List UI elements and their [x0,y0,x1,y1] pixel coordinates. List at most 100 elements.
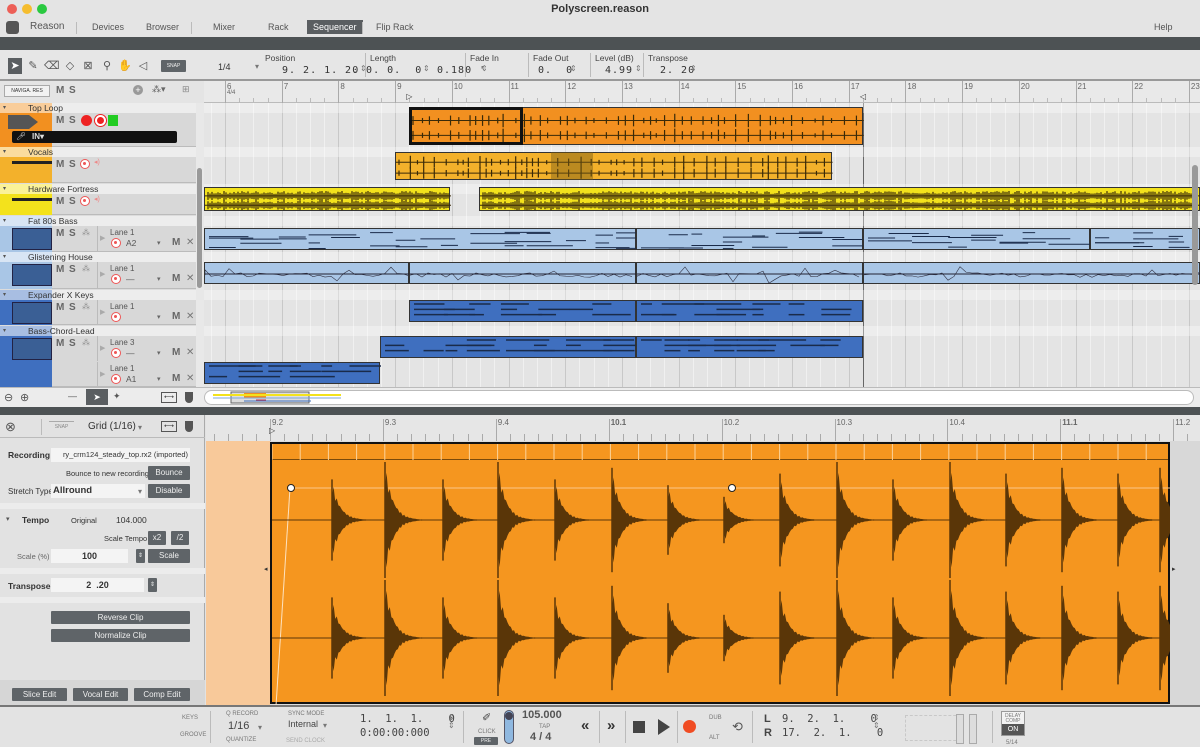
delete-lane-icon[interactable]: ✕ [186,311,194,322]
track-header[interactable]: ▾ Top Loop IN▾ 🎤︎ M S [0,103,196,147]
eraser-tool-icon[interactable]: ⌫ [44,58,60,74]
send-clock-label[interactable]: SEND CLOCK [286,738,325,744]
disable-button[interactable]: Disable [148,484,190,498]
tempo-x2-button[interactable]: x2 [148,531,166,545]
clip[interactable] [636,300,863,322]
select-tool-icon[interactable]: ➤ [8,58,22,74]
tap-button[interactable]: TAP [539,724,550,730]
clip[interactable] [636,336,863,358]
grid-icon[interactable]: ⊞ [182,84,190,95]
clip[interactable] [409,300,637,322]
lane-record-icon[interactable] [111,274,121,284]
clip[interactable] [862,228,1091,250]
overview-thumbnail[interactable] [211,391,351,404]
value-stepper[interactable]: ⇕ [423,64,430,73]
lane-record-icon[interactable] [111,312,121,322]
lane-record-icon[interactable] [111,348,121,358]
comp-edit-tab[interactable]: Comp Edit [134,688,190,701]
track-collapse-icon[interactable]: ▾ [3,253,6,260]
zoom-in-icon[interactable]: ⊕ [20,391,29,404]
transpose-stepper[interactable]: ⇕ [148,578,157,592]
routing-icon[interactable]: ⁂ [82,264,90,273]
clip[interactable] [636,228,864,250]
grid-select[interactable]: Grid (1/16) [88,421,136,432]
editor-ruler[interactable]: 9.2 9.3 9.4 10.1 10.2 10.3 10.4 11.1 11.2 ▷ [206,415,1200,441]
navigator-button[interactable]: NAVIGA. RES [4,85,50,97]
lane-note[interactable]: A2 [126,238,136,248]
editor-clip[interactable] [270,442,1172,706]
clip[interactable] [204,228,638,250]
chevron-down-icon[interactable]: ▾ [157,349,161,357]
track-header[interactable]: ▾ Hardware Fortress ◂) M S [0,184,196,215]
routing-icon[interactable]: ⁂▾ [152,84,166,95]
tab-mixer[interactable]: Mixer [207,20,241,34]
clip[interactable] [204,362,381,384]
track-name[interactable]: Vocals [28,147,53,157]
routing-icon[interactable]: ⁂ [82,302,90,311]
clip[interactable] [204,187,452,211]
pencil-tool-icon[interactable]: ✎ [26,58,40,74]
clip[interactable] [1089,228,1200,250]
lane-mute-button[interactable]: M [172,237,180,248]
track-collapse-icon[interactable]: ▾ [3,148,6,155]
left-locator-icon[interactable]: ▷ [406,92,412,101]
chevron-down-icon[interactable]: ▾ [258,723,262,732]
editor-divider[interactable] [0,407,1200,415]
value-stepper[interactable]: ⇕ [690,64,697,73]
clip[interactable] [636,262,864,284]
dub-button[interactable]: DUB [709,715,722,721]
lane-mute-button[interactable]: M [172,273,180,284]
chevron-down-icon[interactable]: ▾ [138,423,142,432]
selected-clip-region[interactable] [409,107,523,145]
shield-icon[interactable] [185,392,193,403]
right-locator-icon[interactable]: ◁ [860,92,866,101]
alt-button[interactable]: ALT [709,735,720,741]
clip[interactable] [479,187,1200,211]
fast-forward-icon[interactable]: » [607,717,615,734]
monitor-icon[interactable] [81,115,92,126]
track-list-scrollbar[interactable] [196,103,204,387]
lane-note[interactable]: A1 [126,374,136,384]
magnify-tool-icon[interactable]: ⚲ [100,58,114,74]
transpose-field[interactable]: 2 .20 [51,578,144,592]
solo-button[interactable]: S [69,264,76,275]
chevron-down-icon[interactable]: ▾ [255,62,259,71]
sequencer-scrollbar[interactable] [1192,165,1198,285]
solo-button[interactable]: S [69,302,76,313]
tempo-half-button[interactable]: /2 [171,531,189,545]
recording-name-field[interactable]: ry_crm124_steady_top.rx2 (imported) [51,448,190,462]
lane-height-medium-icon[interactable]: ➤ [86,389,108,405]
tempo-value[interactable]: 105.000 [522,709,562,721]
chevron-down-icon[interactable]: ▾ [138,487,142,496]
timeline-ruler[interactable]: 6 7 8 9 10 11 12 13 14 15 16 17 18 19 20 21 22 23 4/4 ▷ ◁ [204,81,1200,103]
tab-sequencer[interactable]: Sequencer [307,20,363,34]
speaker-tool-icon[interactable]: ◁ [136,58,150,74]
mute-button[interactable]: M [56,196,64,207]
lane-height-small-icon[interactable]: — [68,391,77,401]
lane-expand-icon[interactable]: ▶ [100,344,105,352]
overview-scrollbar[interactable] [204,390,1194,405]
track-collapse-icon[interactable]: ▾ [3,185,6,192]
song-position-bars[interactable]: 1. 1. 1. 0 [360,713,455,725]
click-label[interactable]: CLICK [478,729,496,735]
shield-icon[interactable] [185,421,193,432]
mute-tool-icon[interactable]: ⊠ [81,58,95,74]
tab-rack[interactable]: Rack [262,20,295,34]
clip-start-handle-icon[interactable]: ◂ [264,565,268,573]
lane-note[interactable]: — [126,274,135,284]
track-collapse-icon[interactable]: ▾ [3,217,6,224]
clip[interactable] [379,336,638,358]
lane-mute-button[interactable]: M [172,347,180,358]
chevron-down-icon[interactable]: ▾ [157,239,161,247]
right-locator-value[interactable]: 17. 2. 1. 0 [782,727,883,739]
record-arm-icon[interactable] [80,196,90,206]
chevron-down-icon[interactable]: ▾ [157,313,161,321]
tab-devices[interactable]: Devices [86,20,130,34]
fit-width-icon[interactable]: ⟷ [161,392,177,403]
mute-button[interactable]: M [56,338,64,349]
position-stepper[interactable]: ⇕ ⇕ [448,714,455,730]
note-lane[interactable]: ▶ Lane 1 A1 ▾ M ✕ [97,362,196,387]
tempo-collapse-icon[interactable]: ▾ [6,515,10,523]
field-value[interactable]: 0.180 ' [437,65,486,76]
play-icon[interactable] [658,719,670,735]
